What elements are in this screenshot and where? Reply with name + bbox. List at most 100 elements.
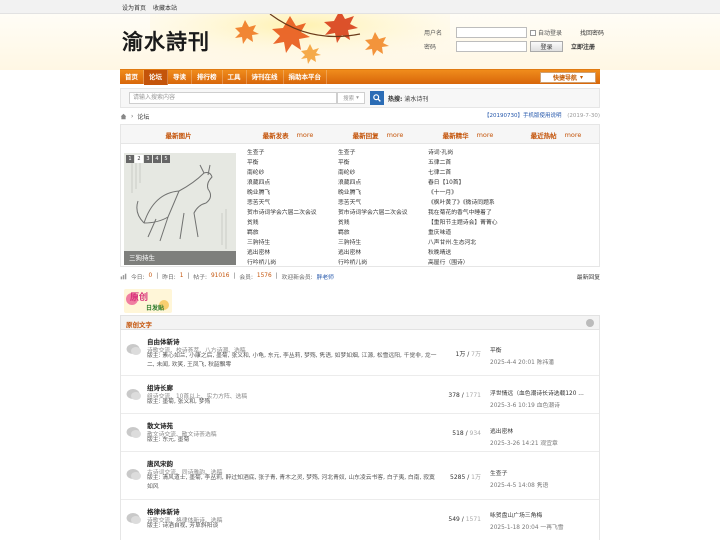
last-post-title[interactable]: 逃出密林: [490, 429, 513, 435]
forum-moderators[interactable]: 版主: 素心如兰, 小康之后, 墨菊, 张义和, 小龟, 东元, 李丛莉, 梦殇…: [147, 352, 437, 370]
login-button[interactable]: 登录: [530, 41, 563, 52]
slide-caption[interactable]: 三狗持生: [124, 251, 236, 265]
list-item[interactable]: 贫贱: [338, 218, 408, 228]
search-input[interactable]: 请输入搜索内容: [129, 92, 337, 104]
collapse-icon[interactable]: [586, 319, 594, 327]
list-item[interactable]: 三驹持生: [338, 238, 408, 248]
nav-item-online[interactable]: 诗刊在线: [247, 70, 284, 85]
last-post-title[interactable]: 生查子: [490, 471, 507, 477]
hot-search-term[interactable]: 渝水诗刊: [404, 96, 428, 103]
slide-page-active[interactable]: 2: [135, 155, 143, 163]
forum-row[interactable]: 散文诗苑 散文诗交流、散文诗荟选稿 版主: 东元, 墨菊 518 / 934 逃…: [121, 414, 599, 452]
slide-page[interactable]: 5: [162, 155, 170, 163]
list-item[interactable]: 羁旅: [338, 228, 408, 238]
tab-latest-replies[interactable]: 最新回复 more: [333, 125, 423, 144]
nav-item-forum[interactable]: 论坛: [144, 70, 168, 85]
category-title[interactable]: 原创文字: [126, 319, 152, 329]
list-item[interactable]: 七律二首: [428, 168, 498, 178]
list-item[interactable]: 平衡: [247, 158, 317, 168]
forum-row[interactable]: 格律体新诗 诗歌交流、格律体新诗、选稿 版主: 诗酒自视, 芳草斜阳谈 549 …: [121, 500, 599, 540]
set-home-link[interactable]: 设为首页: [122, 3, 146, 12]
forum-moderators[interactable]: 版主: 墨菊, 张义和, 梦殇: [147, 398, 437, 407]
forum-banner[interactable]: 原创 日发贴: [124, 289, 172, 313]
newest-reply-link[interactable]: 最新回复: [577, 272, 600, 281]
slide-page[interactable]: 4: [153, 155, 161, 163]
list-item[interactable]: 我在菊花的香气中睡着了: [428, 208, 498, 218]
last-post[interactable]: 浮世情远（血色潮诗长诗选载120 ... 2025-3-6 10:19 血色潮诗: [490, 388, 598, 409]
list-item[interactable]: 生查子: [247, 148, 317, 158]
more-link[interactable]: more: [565, 131, 582, 139]
list-item[interactable]: 春日【10首】: [428, 178, 498, 188]
list-item[interactable]: 五律二首: [428, 158, 498, 168]
announcement[interactable]: 【20190730】手机版使用说明 (2019-7-30): [484, 111, 600, 119]
list-item[interactable]: 悲苦天气: [338, 198, 408, 208]
more-link[interactable]: more: [387, 131, 404, 139]
list-item[interactable]: 秋晚晴送: [428, 248, 498, 258]
auto-login-checkbox[interactable]: 自动登录: [530, 28, 572, 37]
list-item[interactable]: 《枫叶黄了》《微诗同题系: [428, 198, 498, 208]
last-post[interactable]: 平衡 2025-4-4 20:01 陈祎潘: [490, 345, 598, 366]
list-item[interactable]: 逃出密林: [247, 248, 317, 258]
list-item[interactable]: 诗词·孔岗: [428, 148, 498, 158]
forum-row[interactable]: 组诗长廊 组诗交流、10首以上、实力方阵、选稿 版主: 墨菊, 张义和, 梦殇 …: [121, 376, 599, 414]
tab-hot-threads[interactable]: 最近热帖 more: [513, 125, 599, 144]
list-item[interactable]: 行吟桥儿岗: [247, 258, 317, 268]
nav-item-guide[interactable]: 导读: [168, 70, 192, 85]
quick-nav-button[interactable]: 快捷导航 ▾: [540, 72, 596, 83]
search-button[interactable]: [370, 91, 384, 105]
bookmark-link[interactable]: 收藏本站: [153, 3, 177, 12]
nav-item-ranking[interactable]: 排行榜: [192, 70, 223, 85]
list-item[interactable]: 三驹持生: [247, 238, 317, 248]
list-item[interactable]: 贺市诗词学会六届二次会议: [338, 208, 408, 218]
list-item[interactable]: 羁旅: [247, 228, 317, 238]
new-member-link[interactable]: 胖老师: [317, 272, 334, 281]
tab-latest-digest[interactable]: 最新精华 more: [423, 125, 513, 144]
site-logo[interactable]: 渝水詩刊: [122, 26, 210, 56]
list-item[interactable]: 高屋行（围诗）: [428, 258, 498, 268]
list-item[interactable]: 【重阳节主题诗会】菁菁心: [428, 218, 498, 228]
list-item[interactable]: 贺市诗词学会六届二次会议: [247, 208, 317, 218]
username-input[interactable]: [456, 27, 527, 38]
forum-moderators[interactable]: 版主: 清风道士, 墨菊, 李丛莉, 醉过知酒底, 张子青, 青木之灵, 梦殇,…: [147, 474, 437, 492]
list-item[interactable]: 浪葳四点: [338, 178, 408, 188]
last-post[interactable]: 生查子 2025-4-5 14:08 隽语: [490, 468, 598, 489]
home-icon[interactable]: [120, 113, 127, 120]
register-link[interactable]: 立即注册: [571, 42, 595, 51]
forgot-password-link[interactable]: 找回密码: [580, 28, 604, 37]
list-item[interactable]: 生查子: [338, 148, 408, 158]
list-item[interactable]: 晚业腾飞: [338, 188, 408, 198]
nav-item-tools[interactable]: 工具: [223, 70, 247, 85]
forum-row[interactable]: 自由体新诗 诗歌交流、校诗荟萃、八方诗潮、选稿 版主: 素心如兰, 小康之后, …: [121, 330, 599, 376]
nav-item-home[interactable]: 首页: [120, 70, 144, 85]
slide-page[interactable]: 1: [126, 155, 134, 163]
list-item[interactable]: 晚业腾飞: [247, 188, 317, 198]
search-type-select[interactable]: 搜索 ▾: [337, 92, 365, 104]
list-item[interactable]: 贫贱: [247, 218, 317, 228]
list-item[interactable]: 悲苦天气: [247, 198, 317, 208]
list-item[interactable]: 浪葳四点: [247, 178, 317, 188]
forum-moderators[interactable]: 版主: 诗酒自视, 芳草斜阳谈: [147, 522, 437, 531]
last-post[interactable]: 逃出密林 2025-3-26 14:21 观宜章: [490, 426, 598, 447]
list-item[interactable]: 平衡: [338, 158, 408, 168]
last-post-title[interactable]: 平衡: [490, 348, 502, 354]
image-slideshow[interactable]: 1 2 3 4 5 三狗持生: [124, 153, 236, 265]
more-link[interactable]: more: [477, 131, 494, 139]
list-item[interactable]: 重庆味道: [428, 228, 498, 238]
forum-moderators[interactable]: 版主: 东元, 墨菊: [147, 436, 437, 445]
tab-latest-posts[interactable]: 最新发表 more: [243, 125, 333, 144]
last-post-title[interactable]: 浮世情远（血色潮诗长诗选载120 ...: [490, 391, 584, 397]
last-post-title[interactable]: 咏贺盘山广场三角梅: [490, 513, 542, 519]
slide-page[interactable]: 3: [144, 155, 152, 163]
more-link[interactable]: more: [297, 131, 314, 139]
password-input[interactable]: [456, 41, 527, 52]
list-item[interactable]: 《十一月》: [428, 188, 498, 198]
tab-latest-images[interactable]: 最新图片: [121, 125, 236, 144]
nav-item-donate[interactable]: 捐助本平台: [284, 70, 327, 85]
list-item[interactable]: 行吟桥儿岗: [338, 258, 408, 268]
list-item[interactable]: 逃出密林: [338, 248, 408, 258]
list-item[interactable]: 八声甘州.生态河北: [428, 238, 498, 248]
breadcrumb-current[interactable]: 论坛: [137, 112, 149, 121]
list-item[interactable]: 南纶纱: [338, 168, 408, 178]
list-item[interactable]: 南纶纱: [247, 168, 317, 178]
forum-row[interactable]: 唐风宋韵 古诗词交流、同诗雅韵、选稿 版主: 清风道士, 墨菊, 李丛莉, 醉过…: [121, 452, 599, 500]
